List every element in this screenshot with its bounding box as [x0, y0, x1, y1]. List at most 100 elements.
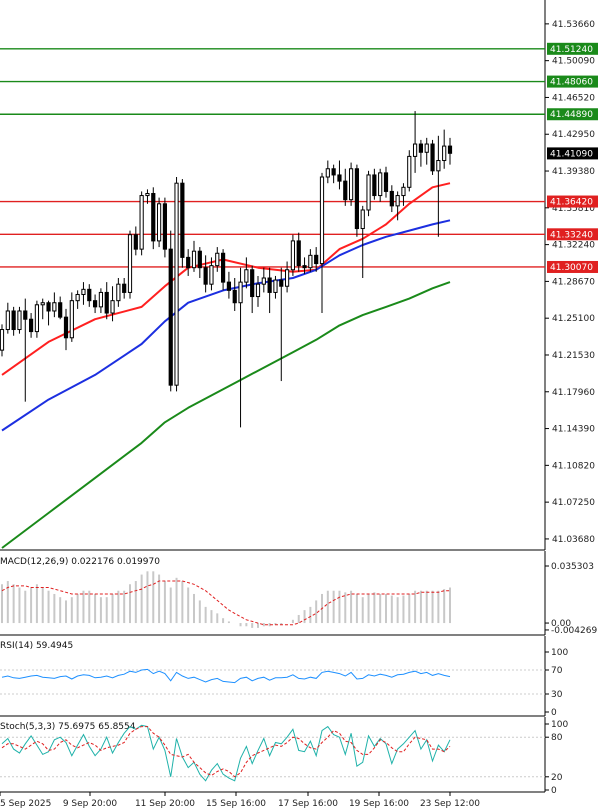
candle: [28, 313, 34, 338]
level-lines: [0, 48, 545, 268]
candle-body-down: [122, 283, 127, 293]
candle: [191, 240, 197, 272]
candle-body-down: [302, 265, 307, 269]
candle-body-up: [81, 288, 86, 295]
moving-average-line: [1, 182, 451, 376]
candle: [319, 172, 325, 314]
candle-body-up: [75, 293, 80, 302]
candle-body-down: [133, 234, 138, 250]
candle-body-down: [226, 281, 232, 291]
candle-body-up: [366, 174, 371, 211]
candle-body-up: [325, 168, 330, 178]
candle-body-up: [238, 281, 243, 304]
candle-body-down: [220, 252, 226, 283]
candle: [180, 179, 185, 268]
candle: [430, 139, 435, 175]
candle-body-up: [424, 143, 429, 153]
price-tick-label: 41.07250: [552, 498, 595, 508]
price-tick-label: 41.14390: [552, 425, 595, 435]
candle: [261, 267, 266, 293]
candle: [139, 191, 144, 256]
candle-body-down: [331, 168, 336, 176]
time-tick-label: 11 Sep 20:00: [135, 799, 195, 809]
candle-body-up: [360, 209, 365, 230]
price-tick-label: 41.53660: [552, 20, 595, 30]
candle-body-up: [209, 265, 214, 285]
candle: [267, 267, 272, 314]
candle-body-down: [104, 291, 109, 314]
candle-body-down: [232, 289, 237, 304]
time-tick-label: 15 Sep 16:00: [206, 799, 266, 809]
time-tick-label: 9 Sep 20:00: [63, 799, 118, 809]
candle: [284, 261, 290, 293]
candle: [250, 265, 255, 314]
candle-body-down: [23, 310, 28, 320]
macd-signal-line: [1, 580, 450, 626]
price-tick-label: 41.39380: [552, 167, 595, 177]
candle: [279, 267, 284, 382]
current-price-label: 41.41090: [550, 149, 593, 159]
candle-body-down: [383, 172, 389, 192]
price-tick-label: 41.03680: [552, 535, 595, 545]
candle: [127, 230, 133, 299]
candle: [46, 300, 51, 326]
candle-body-up: [116, 283, 121, 302]
candle-body-down: [162, 203, 168, 250]
time-tick-label: 5 Sep 2025: [0, 799, 51, 809]
candle: [238, 267, 243, 428]
candle-body-down: [267, 277, 272, 293]
rsi-plot: 100 70 30 0: [0, 648, 568, 718]
candle: [383, 166, 389, 198]
candle-body-up: [191, 250, 197, 269]
candle: [348, 162, 354, 206]
candle-body-down: [180, 182, 185, 258]
candle-body-down: [58, 302, 63, 318]
price-tick-label: 41.21530: [552, 351, 595, 361]
candle-body-up: [110, 300, 115, 314]
candle-body-up: [284, 269, 290, 287]
candle-body-up: [52, 302, 57, 312]
price-tick-label: 41.32240: [552, 241, 595, 251]
candle-body-up: [40, 302, 45, 306]
candle: [296, 232, 301, 272]
candle: [5, 302, 10, 334]
time-tick-label: 23 Sep 12:00: [420, 799, 480, 809]
candle-body-up: [319, 176, 325, 265]
candle: [151, 187, 156, 250]
candle-body-up: [395, 195, 400, 207]
candle: [156, 197, 162, 248]
candle: [0, 324, 5, 357]
candle: [273, 275, 278, 299]
candle: [203, 255, 208, 293]
price-tick-label: 41.46520: [552, 93, 595, 103]
candle: [23, 298, 28, 402]
candle-body-down: [250, 269, 255, 298]
candle-body-up: [401, 186, 406, 197]
candle-body-up: [412, 143, 418, 157]
candle: [255, 275, 261, 307]
candle: [378, 168, 383, 202]
candle: [418, 139, 424, 167]
level-labels: 41.51240 41.48060 41.44890 41.36420 41.33240…: [547, 42, 598, 273]
candle-body-up: [244, 269, 249, 283]
stoch-tick-label: 20: [551, 773, 563, 783]
candle: [442, 129, 447, 169]
candle-body-up: [273, 279, 278, 293]
candle: [372, 168, 377, 200]
level-label: 41.30070: [550, 263, 593, 273]
candle: [98, 288, 104, 314]
price-tick-label: 41.10820: [552, 461, 595, 471]
moving-average-line: [1, 219, 451, 432]
candle: [63, 308, 69, 351]
candle: [389, 185, 394, 213]
candle-body-down: [186, 256, 191, 269]
rsi-tick-label: 100: [551, 648, 568, 658]
candle: [197, 247, 202, 278]
candle-body-up: [308, 254, 313, 269]
level-label: 41.44890: [550, 110, 593, 120]
candle-body-down: [11, 310, 16, 331]
stoch-panel: Stoch(5,3,3) 75.6975 65.8554 100 80 20 0: [0, 717, 568, 796]
candle-body-down: [389, 190, 394, 207]
candle: [168, 230, 173, 392]
candle: [174, 177, 179, 392]
